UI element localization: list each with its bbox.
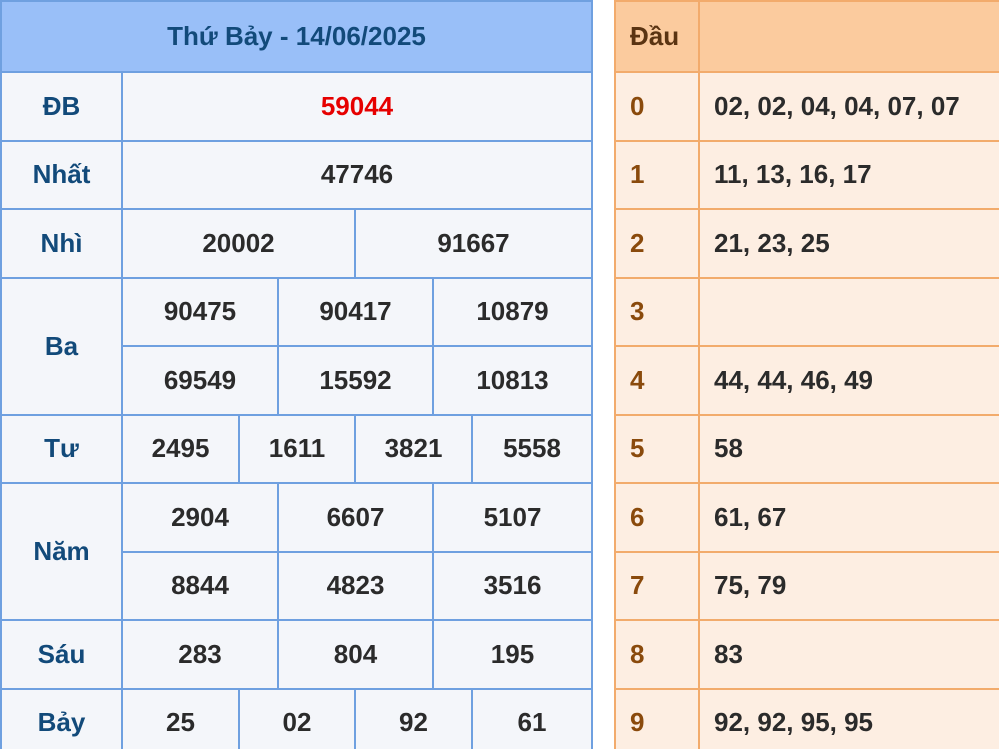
loto-tail-values: 02, 02, 04, 04, 07, 07	[698, 71, 999, 142]
prize-number: 92	[354, 687, 473, 749]
loto-header-row: Đầu	[614, 0, 999, 73]
prize-number: 02	[238, 687, 356, 749]
prize-number: 1611	[238, 413, 356, 484]
prize-row-db: ĐB 59044	[0, 71, 593, 142]
prize-number: 90475	[121, 276, 279, 347]
loto-row: 8 83	[614, 619, 999, 690]
loto-head-digit: 7	[614, 550, 700, 621]
prize-label-db: ĐB	[0, 71, 123, 142]
loto-row: 9 92, 92, 95, 95	[614, 687, 999, 749]
prize-label-nhi: Nhì	[0, 208, 123, 279]
prize-number: 91667	[354, 208, 593, 279]
loto-row: 0 02, 02, 04, 04, 07, 07	[614, 71, 999, 142]
lottery-results-table: Thứ Bảy - 14/06/2025 ĐB 59044 Nhất 47746…	[0, 0, 593, 749]
prize-number: 2495	[121, 413, 240, 484]
prize-number: 69549	[121, 345, 279, 416]
prize-number: 20002	[121, 208, 356, 279]
prize-label-ba: Ba	[0, 276, 123, 416]
loto-head-digit: 5	[614, 413, 700, 484]
prize-number: 10813	[432, 345, 593, 416]
loto-head-digit: 4	[614, 345, 700, 416]
loto-header-dau: Đầu	[614, 0, 700, 73]
prize-label-tu: Tư	[0, 413, 123, 484]
loto-head-digit: 3	[614, 276, 700, 347]
prize-number: 6607	[277, 482, 434, 553]
prize-row-tu: Tư 2495 1611 3821 5558	[0, 413, 593, 484]
loto-tail-values: 83	[698, 619, 999, 690]
loto-tail-values: 11, 13, 16, 17	[698, 139, 999, 210]
prize-label-sau: Sáu	[0, 619, 123, 690]
loto-head-digit: 9	[614, 687, 700, 749]
loto-tail-values: 44, 44, 46, 49	[698, 345, 999, 416]
prize-number: 804	[277, 619, 434, 690]
prize-row-nam: Năm 2904 6607 5107	[0, 482, 593, 621]
loto-tail-values	[698, 276, 999, 347]
loto-head-digit: 2	[614, 208, 700, 279]
loto-tail-values: 21, 23, 25	[698, 208, 999, 279]
prize-number: 3821	[354, 413, 473, 484]
prize-label-nam: Năm	[0, 482, 123, 621]
draw-date-title: Thứ Bảy - 14/06/2025	[0, 0, 593, 73]
prize-number: 47746	[121, 139, 593, 210]
loto-head-digit: 8	[614, 619, 700, 690]
prize-row-bay: Bảy 25 02 92 61	[0, 687, 593, 749]
prize-number: 4823	[277, 550, 434, 621]
prize-number: 90417	[277, 276, 434, 347]
loto-row: 1 11, 13, 16, 17	[614, 139, 999, 210]
prize-number: 2904	[121, 482, 279, 553]
loto-head-digit: 6	[614, 482, 700, 553]
loto-row: 2 21, 23, 25	[614, 208, 999, 279]
loto-tail-values: 75, 79	[698, 550, 999, 621]
prize-number: 5107	[432, 482, 593, 553]
prize-number: 10879	[432, 276, 593, 347]
prize-row-nhat: Nhất 47746	[0, 139, 593, 210]
special-prize-number: 59044	[121, 71, 593, 142]
loto-row: 4 44, 44, 46, 49	[614, 345, 999, 416]
loto-row: 5 58	[614, 413, 999, 484]
loto-head-table: Đầu 0 02, 02, 04, 04, 07, 07 1 11, 13, 16,…	[614, 0, 999, 749]
loto-row: 6 61, 67	[614, 482, 999, 553]
prize-number: 283	[121, 619, 279, 690]
prize-number: 195	[432, 619, 593, 690]
loto-tail-values: 58	[698, 413, 999, 484]
prize-row-ba: Ba 90475 90417 10879	[0, 276, 593, 416]
loto-row: 7 75, 79	[614, 550, 999, 621]
loto-row: 3	[614, 276, 999, 347]
prize-number: 15592	[277, 345, 434, 416]
prize-row-sau: Sáu 283 804 195	[0, 619, 593, 690]
prize-label-nhat: Nhất	[0, 139, 123, 210]
prize-number: 61	[471, 687, 593, 749]
loto-tail-values: 92, 92, 95, 95	[698, 687, 999, 749]
prize-number: 3516	[432, 550, 593, 621]
loto-head-digit: 1	[614, 139, 700, 210]
prize-number: 25	[121, 687, 240, 749]
loto-tail-values: 61, 67	[698, 482, 999, 553]
prize-label-bay: Bảy	[0, 687, 123, 749]
prize-number: 5558	[471, 413, 593, 484]
loto-header-blank	[698, 0, 999, 73]
loto-head-digit: 0	[614, 71, 700, 142]
prize-number: 8844	[121, 550, 279, 621]
prize-row-nhi: Nhì 20002 91667	[0, 208, 593, 279]
